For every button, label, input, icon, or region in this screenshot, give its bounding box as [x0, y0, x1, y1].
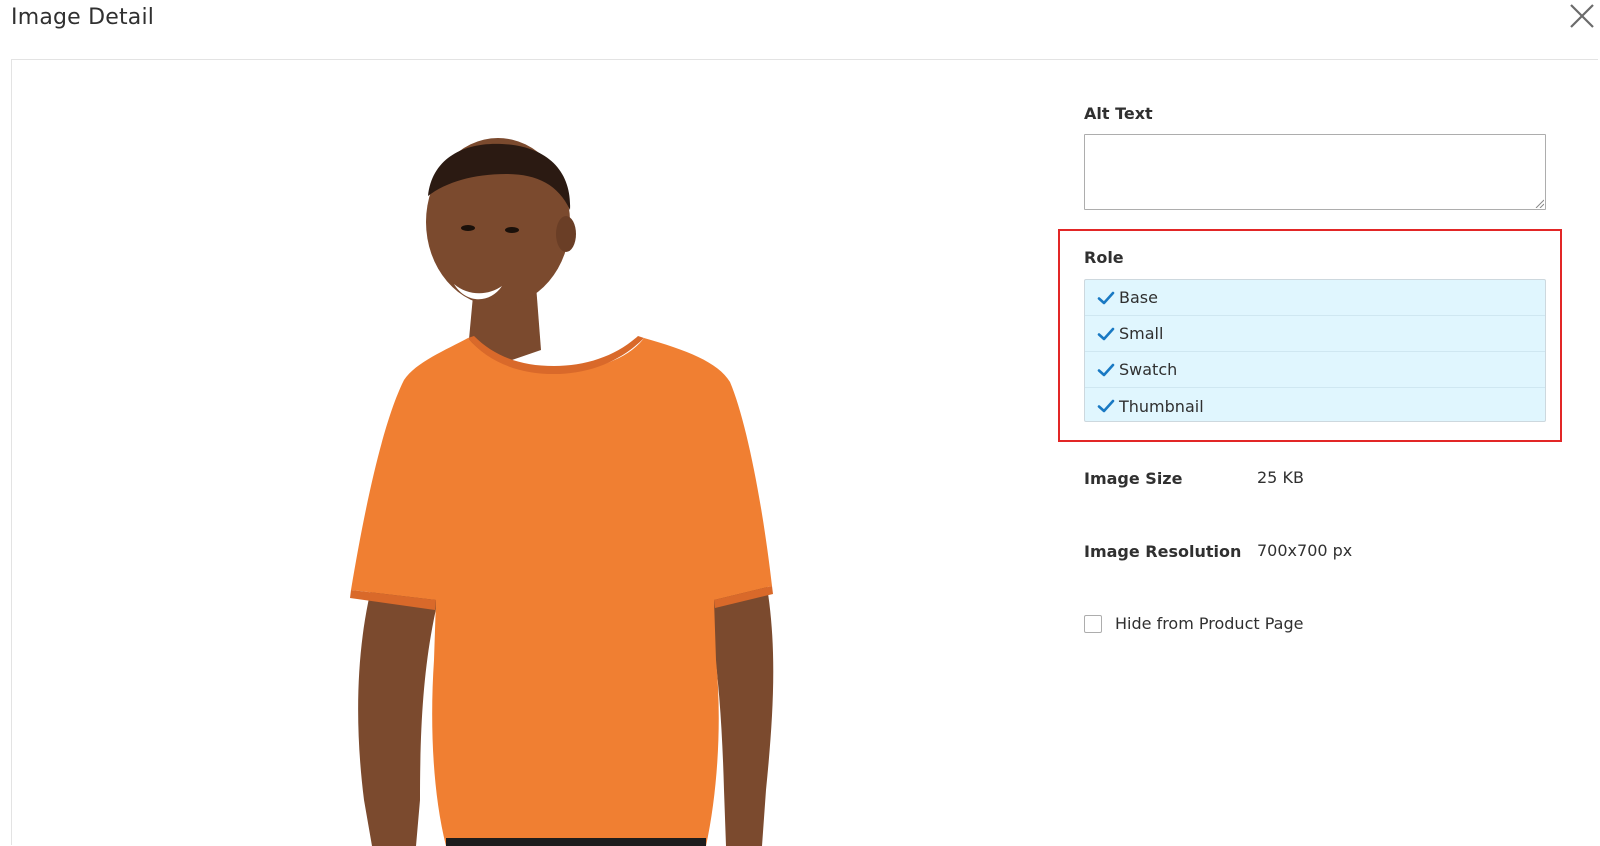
- modal-body: Alt Text Role Base Small Swatch Thumbnai…: [11, 59, 1600, 846]
- modal-title: Image Detail: [11, 5, 155, 30]
- role-option-small[interactable]: Small: [1085, 316, 1545, 352]
- role-option-thumbnail[interactable]: Thumbnail: [1085, 388, 1545, 424]
- modal-header: Image Detail: [0, 0, 1600, 58]
- image-size-value: 25 KB: [1257, 468, 1304, 487]
- role-option-label: Small: [1119, 324, 1164, 343]
- close-icon[interactable]: [1568, 2, 1596, 30]
- role-multiselect[interactable]: Base Small Swatch Thumbnail: [1084, 279, 1546, 422]
- role-option-label: Swatch: [1119, 360, 1178, 379]
- role-option-label: Base: [1119, 288, 1158, 307]
- role-option-label: Thumbnail: [1119, 396, 1204, 416]
- image-details-panel: Alt Text Role Base Small Swatch Thumbnai…: [1058, 60, 1600, 846]
- role-label: Role: [1084, 248, 1124, 267]
- role-option-base[interactable]: Base: [1085, 280, 1545, 316]
- image-size-label: Image Size: [1084, 469, 1183, 488]
- checkmark-icon: [1097, 363, 1115, 376]
- hide-from-product-page[interactable]: Hide from Product Page: [1084, 614, 1303, 633]
- resize-grip-icon[interactable]: [1534, 198, 1544, 208]
- image-resolution-value: 700x700 px: [1257, 541, 1353, 560]
- image-resolution-label: Image Resolution: [1084, 542, 1242, 561]
- hide-checkbox[interactable]: [1084, 614, 1102, 633]
- alt-text-label: Alt Text: [1084, 104, 1153, 123]
- checkmark-icon: [1097, 327, 1115, 340]
- checkmark-icon: [1097, 291, 1115, 304]
- hide-label: Hide from Product Page: [1115, 614, 1304, 633]
- alt-text-input[interactable]: [1084, 134, 1546, 210]
- product-image-preview: [206, 100, 801, 846]
- checkmark-icon: [1097, 399, 1115, 413]
- role-option-swatch[interactable]: Swatch: [1085, 352, 1545, 388]
